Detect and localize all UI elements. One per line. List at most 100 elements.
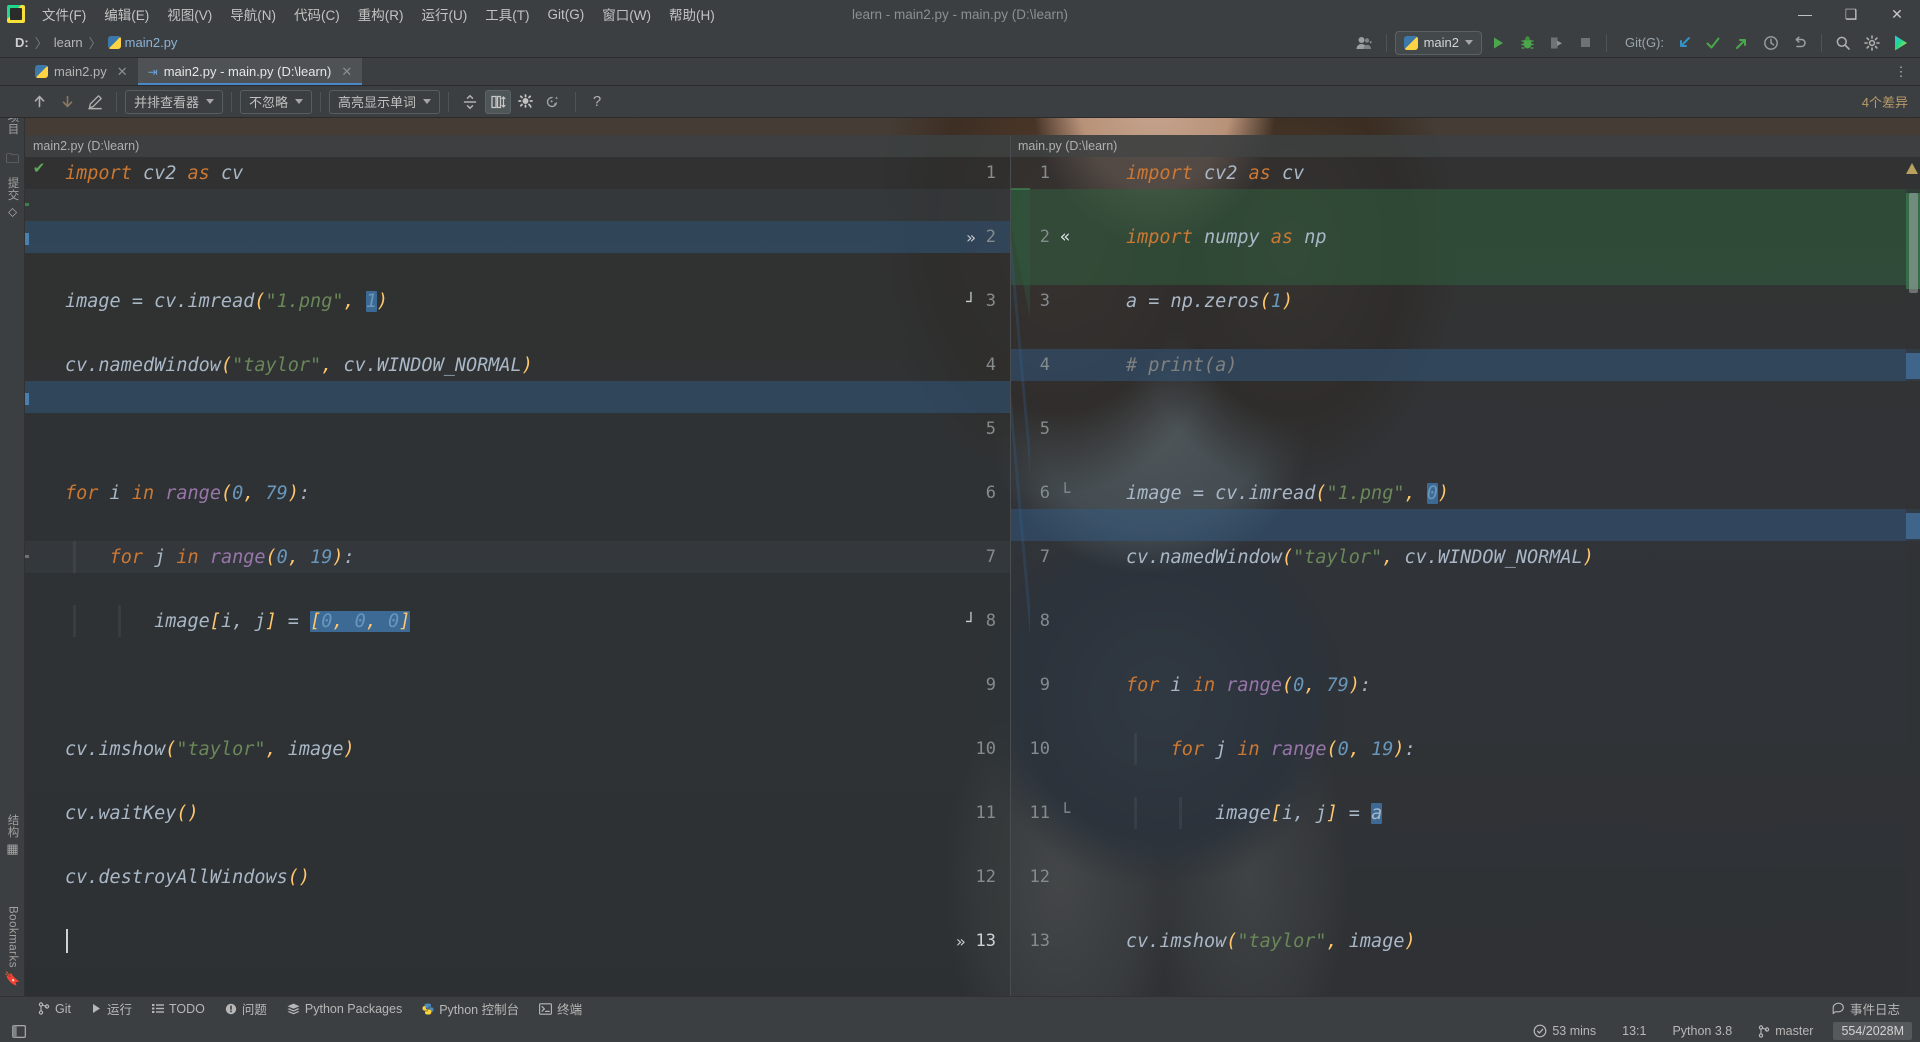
- git-update-icon[interactable]: [1671, 31, 1697, 55]
- tool-button-problems[interactable]: 问题: [215, 997, 277, 1020]
- close-icon[interactable]: ✕: [117, 64, 128, 80]
- git-push-icon[interactable]: [1729, 31, 1755, 55]
- code-row[interactable]: 11 └ image[i, j] = a: [1010, 797, 1920, 829]
- tab-main2-py[interactable]: main2.py ✕: [25, 58, 138, 85]
- code-row[interactable]: 3 a = np.zeros(1): [1010, 285, 1920, 317]
- tool-button-python-console[interactable]: Python 控制台: [412, 997, 529, 1020]
- collapse-unchanged-icon[interactable]: [457, 90, 483, 114]
- edit-source-icon[interactable]: [82, 90, 108, 114]
- settings-icon[interactable]: [1859, 31, 1885, 55]
- git-commit-icon[interactable]: [1700, 31, 1726, 55]
- diff-marker[interactable]: »: [956, 932, 966, 951]
- tool-window-structure[interactable]: 结构 ▦: [0, 814, 25, 860]
- debug-button[interactable]: [1514, 31, 1540, 55]
- diff-marker[interactable]: «: [1060, 227, 1070, 247]
- run-with-coverage-button[interactable]: [1543, 31, 1569, 55]
- code-row[interactable]: 8: [1010, 605, 1920, 637]
- diff-marker[interactable]: ┘: [966, 612, 976, 631]
- run-button[interactable]: [1485, 31, 1511, 55]
- code-row[interactable]: 1 import cv2 as cv: [1010, 157, 1920, 189]
- code-row[interactable]: 9: [25, 669, 1010, 701]
- diff-marker[interactable]: └: [1060, 803, 1070, 823]
- pane-splitter[interactable]: [1010, 135, 1011, 1010]
- code-row[interactable]: 5: [25, 413, 1010, 445]
- history-icon[interactable]: [1758, 31, 1784, 55]
- highlight-mode-combo[interactable]: 高亮显示单词: [329, 89, 441, 114]
- left-editor-pane[interactable]: ✔ import cv2 as cv 1 » 2 image = cv.imre…: [25, 157, 1010, 1010]
- menu-item-edit[interactable]: 编辑(E): [95, 0, 158, 28]
- tool-button-python-packages[interactable]: Python Packages: [277, 1000, 412, 1018]
- code-row[interactable]: 5: [1010, 413, 1920, 445]
- menu-item-git[interactable]: Git(G): [539, 3, 594, 26]
- code-row[interactable]: image = cv.imread("1.png", 1) ┘ 3: [25, 285, 1010, 317]
- code-row[interactable]: 6 └ image = cv.imread("1.png", 0): [1010, 477, 1920, 509]
- menu-item-run[interactable]: 运行(U): [413, 0, 477, 28]
- tool-button-terminal[interactable]: 终端: [529, 997, 592, 1020]
- tool-button-todo[interactable]: TODO: [142, 1000, 215, 1018]
- stop-button[interactable]: [1572, 31, 1598, 55]
- code-row[interactable]: » 13: [25, 925, 1010, 957]
- maximize-button[interactable]: ❑: [1828, 0, 1874, 28]
- code-row[interactable]: 10 for j in range(0, 19):: [1010, 733, 1920, 765]
- code-row[interactable]: cv.imshow("taylor", image) 10: [25, 733, 1010, 765]
- account-icon[interactable]: [1352, 31, 1378, 55]
- code-row[interactable]: 9 for i in range(0, 79):: [1010, 669, 1920, 701]
- viewer-mode-combo[interactable]: 并排查看器: [125, 89, 224, 114]
- tool-button-git[interactable]: Git: [28, 1000, 81, 1018]
- align-panes-icon[interactable]: [485, 89, 512, 114]
- git-branch[interactable]: master: [1752, 1022, 1819, 1040]
- menu-item-navigate[interactable]: 导航(N): [221, 0, 285, 28]
- code-row[interactable]: 13 cv.imshow("taylor", image): [1010, 925, 1920, 957]
- more-tabs-icon[interactable]: ⋮: [1888, 60, 1914, 84]
- breadcrumb-file[interactable]: main2.py: [103, 33, 183, 52]
- diff-marker[interactable]: »: [966, 228, 976, 247]
- tab-diff-main2-main[interactable]: ⇥ main2.py - main.py (D:\learn) ✕: [137, 58, 363, 85]
- ai-assistant-icon[interactable]: [1888, 31, 1914, 55]
- tool-window-bookmarks[interactable]: Bookmarks 🔖: [0, 906, 25, 990]
- memory-indicator[interactable]: 554/2028M: [1833, 1022, 1912, 1040]
- code-row[interactable]: for i in range(0, 79): 6: [25, 477, 1010, 509]
- previous-difference-icon[interactable]: [26, 90, 52, 114]
- minimize-button[interactable]: —: [1782, 0, 1828, 28]
- close-icon[interactable]: ✕: [341, 64, 352, 80]
- sync-scroll-icon[interactable]: [541, 90, 567, 114]
- rollback-icon[interactable]: [1787, 31, 1813, 55]
- breadcrumb-drive[interactable]: D:: [10, 33, 34, 52]
- code-row[interactable]: import cv2 as cv 1: [25, 157, 1010, 189]
- help-icon[interactable]: ?: [584, 90, 610, 114]
- run-configuration-selector[interactable]: main2: [1394, 30, 1482, 55]
- code-row[interactable]: 12: [1010, 861, 1920, 893]
- right-editor-pane[interactable]: 1 import cv2 as cv 2 « import numpy as np…: [1010, 157, 1920, 1010]
- code-row[interactable]: cv.namedWindow("taylor", cv.WINDOW_NORMA…: [25, 349, 1010, 381]
- code-row[interactable]: image[i, j] = [0, 0, 0] ┘ 8: [25, 605, 1010, 637]
- menu-item-file[interactable]: 文件(F): [33, 0, 95, 28]
- search-icon[interactable]: [1830, 31, 1856, 55]
- right-scrollbar[interactable]: [1906, 157, 1920, 1010]
- menu-item-code[interactable]: 代码(C): [285, 0, 349, 28]
- layout-icon[interactable]: [6, 1023, 32, 1040]
- breadcrumb-folder[interactable]: learn: [49, 33, 88, 52]
- tabs-overflow[interactable]: ⋮: [1888, 58, 1920, 85]
- menu-item-window[interactable]: 窗口(W): [593, 0, 660, 28]
- python-interpreter[interactable]: Python 3.8: [1666, 1022, 1738, 1040]
- code-row[interactable]: » 2: [25, 221, 1010, 253]
- time-tracking[interactable]: 53 mins: [1527, 1022, 1602, 1040]
- tool-window-commit[interactable]: 提交 ⬦: [0, 177, 25, 223]
- ignore-policy-combo[interactable]: 不忽略: [240, 89, 313, 114]
- menu-item-help[interactable]: 帮助(H): [660, 0, 724, 28]
- code-row[interactable]: cv.waitKey() 11: [25, 797, 1010, 829]
- code-row[interactable]: 4 # print(a): [1010, 349, 1920, 381]
- tool-button-event-log[interactable]: 事件日志: [1822, 997, 1910, 1020]
- tool-window-folder[interactable]: 🗀: [0, 147, 25, 175]
- next-difference-icon[interactable]: [54, 90, 80, 114]
- code-row[interactable]: 2 « import numpy as np: [1010, 221, 1920, 253]
- code-row[interactable]: cv.destroyAllWindows() 12: [25, 861, 1010, 893]
- diff-marker[interactable]: └: [1060, 483, 1070, 503]
- close-button[interactable]: ✕: [1874, 0, 1920, 28]
- scrollbar-thumb[interactable]: [1909, 193, 1918, 293]
- warning-icon[interactable]: [1906, 163, 1918, 174]
- code-row[interactable]: for j in range(0, 19): 7: [25, 541, 1010, 573]
- tool-button-run[interactable]: 运行: [81, 997, 142, 1020]
- menu-item-tools[interactable]: 工具(T): [476, 0, 538, 28]
- inspection-status[interactable]: ✔: [28, 159, 50, 177]
